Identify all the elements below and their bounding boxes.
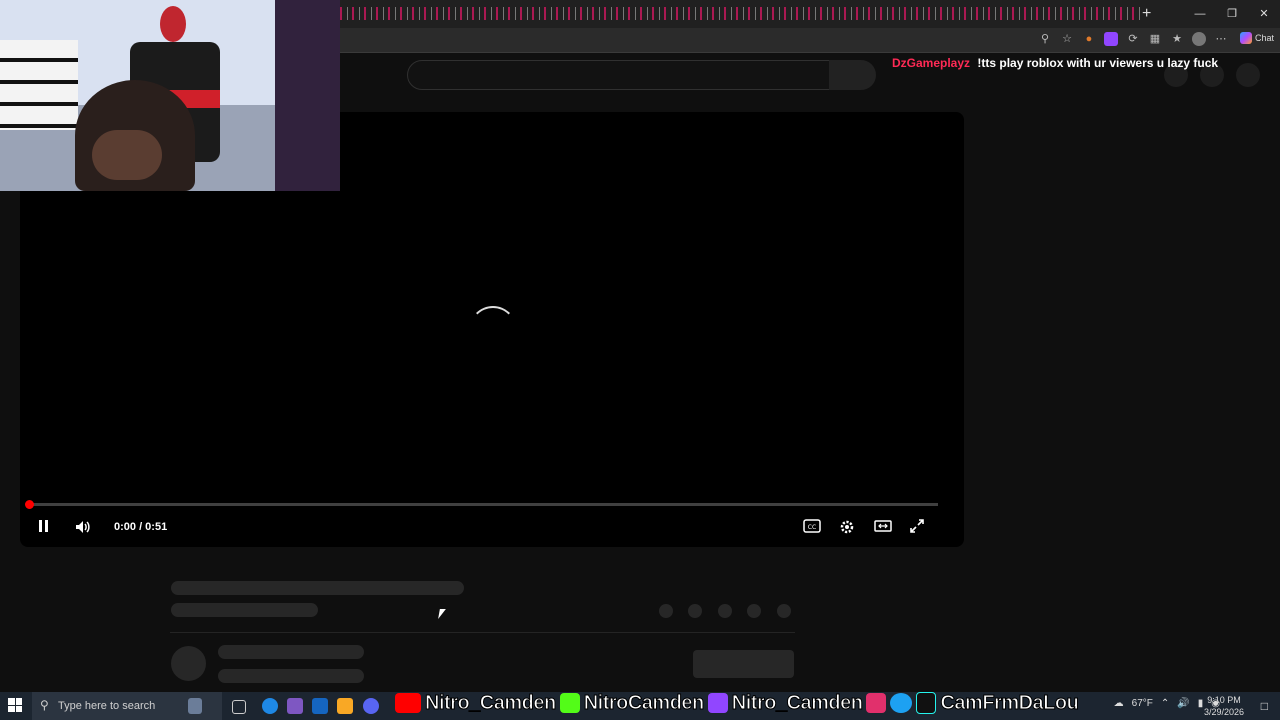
social-overlay: Nitro_Camden NitroCamden Nitro_Camden Ca…	[395, 690, 1079, 716]
star-icon[interactable]: ☆	[1060, 32, 1074, 46]
weather-temp[interactable]: 67°F	[1132, 698, 1153, 709]
file-explorer-icon[interactable]	[337, 698, 353, 714]
search-button[interactable]	[829, 60, 876, 90]
kick-handle: NitroCamden	[583, 691, 705, 714]
zoom-icon[interactable]: ⚲	[1038, 32, 1052, 46]
action-skeleton	[718, 604, 732, 618]
volume-icon[interactable]	[74, 518, 92, 536]
twitch-logo-icon	[707, 693, 728, 713]
clock-date: 3/29/2026	[1203, 707, 1244, 717]
window-controls: — ❐ ✕	[1184, 0, 1280, 28]
kick-icon	[559, 693, 580, 713]
settings-icon[interactable]	[838, 518, 856, 536]
copilot-label: Chat	[1254, 33, 1274, 43]
chevron-up-icon[interactable]: ⌃	[1161, 698, 1169, 709]
channel-avatar-skeleton	[171, 646, 206, 681]
puzzle-icon[interactable]: ▦	[1148, 32, 1162, 46]
tiktok-handle: CamFrmDaLou	[940, 691, 1079, 714]
copilot-app-icon[interactable]	[287, 698, 303, 714]
task-view-icon[interactable]	[232, 700, 246, 714]
profile-icon[interactable]	[1192, 32, 1206, 46]
webcam-door	[275, 0, 340, 191]
progress-bar[interactable]	[28, 503, 938, 506]
tiktok-icon	[916, 692, 937, 714]
copilot-chat-button[interactable]: Chat	[1239, 32, 1274, 44]
refresh-icon[interactable]: ⟳	[1126, 32, 1140, 46]
theater-icon[interactable]	[874, 518, 892, 536]
avatar[interactable]	[1236, 63, 1260, 87]
plus-icon[interactable]: +	[1142, 5, 1151, 23]
windows-start-icon[interactable]	[8, 698, 22, 712]
loading-spinner	[469, 306, 517, 354]
action-skeleton	[659, 604, 673, 618]
edge-icon[interactable]	[262, 698, 278, 714]
weather-icon[interactable]: ☁	[1114, 698, 1124, 709]
pinned-tabs[interactable]	[340, 7, 1140, 20]
outlook-icon[interactable]	[312, 698, 328, 714]
clock-time: 9:10 PM	[1207, 695, 1241, 705]
scrubber-handle[interactable]	[25, 500, 34, 509]
action-skeleton	[747, 604, 761, 618]
channel-subs-skeleton	[218, 669, 364, 683]
webcam-overlay	[0, 0, 340, 191]
youtube-icon	[395, 693, 421, 713]
search-icon: ⚲	[40, 698, 49, 712]
extension-icon[interactable]: ●	[1082, 32, 1096, 46]
volume-tray-icon[interactable]: 🔊	[1177, 698, 1189, 709]
search-highlight-icon	[188, 698, 202, 714]
twitter-icon	[890, 693, 913, 713]
subtitle-skeleton	[171, 603, 318, 617]
action-skeleton	[777, 604, 791, 618]
toolbar-icons: ⚲ ☆ ● ⟳ ▦ ★ ⋯	[1038, 32, 1228, 46]
divider	[170, 632, 795, 633]
chat-username: DzGameplayz	[892, 56, 971, 70]
instagram-icon	[866, 693, 887, 713]
webcam-hands	[92, 130, 162, 180]
restore-icon[interactable]: ❐	[1216, 0, 1248, 28]
subscribe-button-skeleton	[693, 650, 794, 678]
captions-icon[interactable]: CC	[803, 518, 821, 536]
chat-text: !tts play roblox with ur viewers u lazy …	[977, 56, 1219, 70]
close-icon[interactable]: ✕	[1248, 0, 1280, 28]
search-input[interactable]	[407, 60, 831, 90]
favorites-icon[interactable]: ★	[1170, 32, 1184, 46]
copilot-icon	[1239, 32, 1252, 44]
channel-name-skeleton	[218, 645, 364, 659]
taskbar-clock[interactable]: 9:10 PM 3/29/2026	[1204, 694, 1244, 718]
webcam-shelf	[0, 40, 78, 130]
taskbar-search-placeholder: Type here to search	[58, 700, 156, 712]
notification-icon[interactable]: □	[1261, 699, 1268, 713]
fullscreen-icon[interactable]	[909, 518, 925, 536]
more-icon[interactable]: ⋯	[1214, 32, 1228, 46]
time-display: 0:00 / 0:51	[114, 521, 168, 533]
pause-icon[interactable]	[37, 518, 51, 536]
twitch-icon[interactable]	[1104, 32, 1118, 46]
stream-chat-message: DzGameplayz !tts play roblox with ur vie…	[892, 56, 1218, 70]
action-skeleton	[688, 604, 702, 618]
discord-icon[interactable]	[363, 698, 379, 714]
youtube-handle: Nitro_Camden	[425, 691, 557, 714]
microphone-icon[interactable]: ▮	[1198, 698, 1204, 709]
minimize-icon[interactable]: —	[1184, 0, 1216, 28]
svg-text:CC: CC	[808, 524, 816, 531]
twitch-handle: Nitro_Camden	[731, 691, 863, 714]
webcam-decoration	[160, 6, 186, 42]
mouse-cursor	[438, 609, 446, 619]
title-skeleton	[171, 581, 464, 595]
